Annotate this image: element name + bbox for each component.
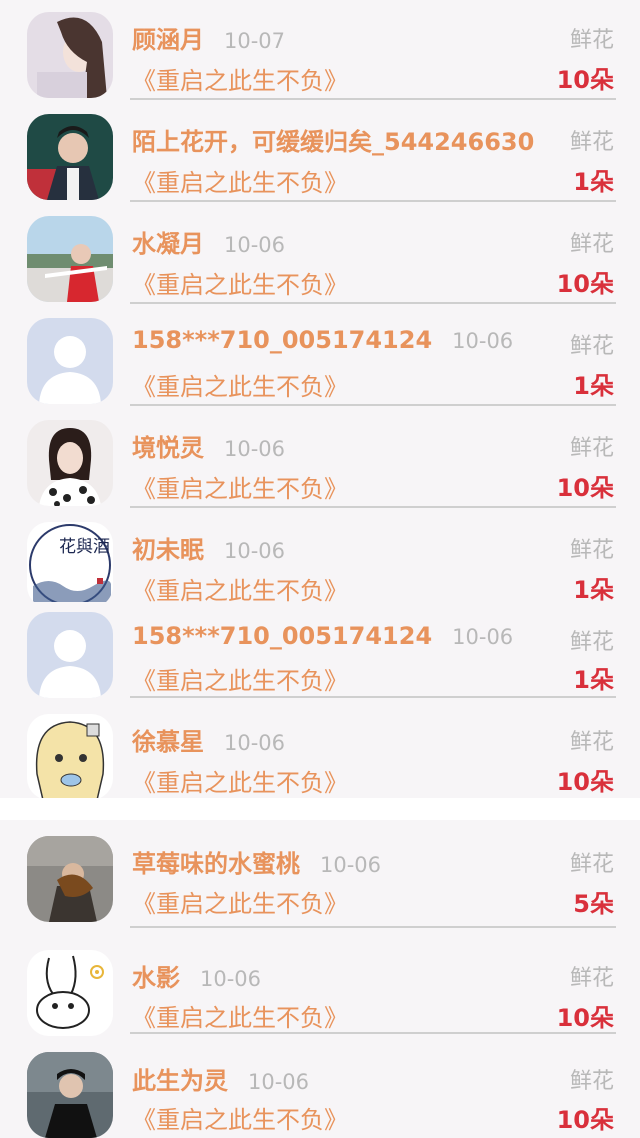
flower-count: 10朵 <box>556 270 614 298</box>
gift-type: 鲜花 <box>567 724 614 756</box>
flower-count: 1朵 <box>573 576 614 604</box>
divider <box>130 506 616 508</box>
avatar[interactable] <box>27 612 113 698</box>
user-name[interactable]: 草莓味的水蜜桃 <box>132 850 300 878</box>
date: 10-06 <box>224 731 286 755</box>
gift-type: 鲜花 <box>567 430 614 462</box>
avatar[interactable] <box>27 318 113 404</box>
avatar[interactable] <box>27 950 113 1036</box>
list-item[interactable]: 水影 10-06 鲜花 《重启之此生不负》 10朵 <box>0 940 640 1044</box>
book-title[interactable]: 《重启之此生不负》 <box>132 763 348 798</box>
date: 10-07 <box>224 29 286 53</box>
list-item[interactable]: 陌上花开，可缓缓归矣_54424663010-06 鲜花 《重启之此生不负》 1… <box>0 102 640 204</box>
user-name[interactable]: 陌上花开，可缓缓归矣_544246630 <box>132 128 534 156</box>
avatar[interactable] <box>27 216 113 302</box>
divider <box>130 302 616 304</box>
avatar-seal-text: 花與酒 <box>59 537 110 557</box>
date: 10-06 <box>200 967 262 991</box>
divider <box>130 98 616 100</box>
user-name[interactable]: 顾涵月 <box>132 26 204 54</box>
avatar[interactable] <box>27 836 113 922</box>
flower-count: 1朵 <box>573 372 614 400</box>
book-title[interactable]: 《重启之此生不负》 <box>132 367 348 402</box>
book-title[interactable]: 《重启之此生不负》 <box>132 469 348 504</box>
flower-count: 1朵 <box>573 168 614 196</box>
avatar[interactable] <box>27 420 113 506</box>
user-name[interactable]: 徐慕星 <box>132 728 204 756</box>
avatar[interactable] <box>27 114 113 200</box>
list-item[interactable]: 花與酒 初未眠 10-06 鲜花 《重启之此生不负》 1朵 <box>0 510 640 608</box>
book-title[interactable]: 《重启之此生不负》 <box>132 265 348 300</box>
book-title[interactable]: 《重启之此生不负》 <box>132 163 348 198</box>
user-name[interactable]: 158***710_005174124 <box>132 326 432 354</box>
book-title[interactable]: 《重启之此生不负》 <box>132 571 348 606</box>
separator-band <box>0 798 640 820</box>
flower-count: 10朵 <box>556 66 614 94</box>
gift-type: 鲜花 <box>567 22 614 54</box>
date: 10-06 <box>224 437 286 461</box>
divider <box>130 404 616 406</box>
list-item[interactable]: 顾涵月 10-07 鲜花 《重启之此生不负》 10朵 <box>0 0 640 102</box>
divider <box>130 926 616 928</box>
list-item[interactable]: 158***710_005174124 10-06 鲜花 《重启之此生不负》 1朵 <box>0 602 640 698</box>
flower-count: 10朵 <box>556 1106 614 1134</box>
gift-type: 鲜花 <box>567 624 614 656</box>
user-name[interactable]: 初未眠 <box>132 536 204 564</box>
list-item[interactable]: 158***710_005174124 10-06 鲜花 《重启之此生不负》 1朵 <box>0 306 640 408</box>
flower-count: 5朵 <box>573 890 614 918</box>
divider <box>130 1032 616 1034</box>
date: 10-06 <box>452 625 514 649</box>
user-name[interactable]: 水凝月 <box>132 230 204 258</box>
gift-type: 鲜花 <box>567 328 614 360</box>
user-name[interactable]: 境悦灵 <box>132 434 204 462</box>
gift-type: 鲜花 <box>567 124 614 156</box>
user-name[interactable]: 水影 <box>132 964 180 992</box>
avatar[interactable]: 花與酒 <box>27 522 113 608</box>
divider <box>130 200 616 202</box>
list-item[interactable]: 徐慕星 10-06 鲜花 《重启之此生不负》 10朵 <box>0 698 640 800</box>
flower-count: 10朵 <box>556 768 614 796</box>
gift-type: 鲜花 <box>567 532 614 564</box>
gift-type: 鲜花 <box>567 960 614 992</box>
date: 10-06 <box>224 539 286 563</box>
list-item[interactable]: 水凝月 10-06 鲜花 《重启之此生不负》 10朵 <box>0 204 640 306</box>
book-title[interactable]: 《重启之此生不负》 <box>132 61 348 96</box>
user-name[interactable]: 158***710_005174124 <box>132 622 432 650</box>
book-title[interactable]: 《重启之此生不负》 <box>132 998 348 1033</box>
flower-count: 10朵 <box>556 474 614 502</box>
gift-type: 鲜花 <box>567 1063 614 1095</box>
flower-count: 1朵 <box>573 666 614 694</box>
list-item[interactable]: 境悦灵 10-06 鲜花 《重启之此生不负》 10朵 <box>0 408 640 510</box>
date: 10-06 <box>224 233 286 257</box>
date: 10-06 <box>320 853 382 877</box>
book-title[interactable]: 《重启之此生不负》 <box>132 1100 348 1135</box>
book-title[interactable]: 《重启之此生不负》 <box>132 884 348 919</box>
date: 10-06 <box>452 329 514 353</box>
flower-count: 10朵 <box>556 1004 614 1032</box>
gift-type: 鲜花 <box>567 846 614 878</box>
gift-type: 鲜花 <box>567 226 614 258</box>
date: 10-06 <box>248 1070 310 1094</box>
avatar[interactable] <box>27 1052 113 1138</box>
avatar[interactable] <box>27 12 113 98</box>
list-item[interactable]: 此生为灵 10-06 鲜花 《重启之此生不负》 10朵 <box>0 1044 640 1138</box>
list-item[interactable]: 草莓味的水蜜桃 10-06 鲜花 《重启之此生不负》 5朵 <box>0 820 640 940</box>
book-title[interactable]: 《重启之此生不负》 <box>132 661 348 696</box>
avatar[interactable] <box>27 714 113 800</box>
user-name[interactable]: 此生为灵 <box>132 1067 228 1095</box>
